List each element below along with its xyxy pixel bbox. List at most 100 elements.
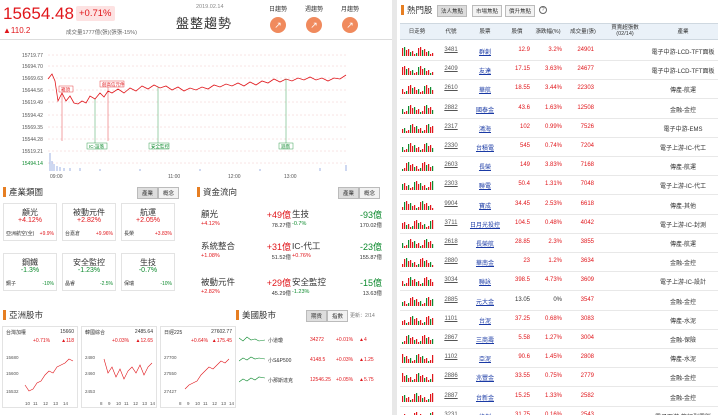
flow-item[interactable]: 顧光 +4.12% +49億 78.27億	[201, 208, 291, 232]
table-row[interactable]: 2867 三商壽 5.58 1.27% 3004 金融-保險	[400, 329, 718, 349]
stock-name-link[interactable]: 長榮航	[468, 239, 502, 248]
stock-code[interactable]: 2867	[440, 335, 462, 341]
weekly-trend-button[interactable]: 週趨勢 ↗	[300, 4, 328, 33]
stock-price: 104.5	[514, 219, 530, 226]
industry-card[interactable]: 被動元件 +2.82% 台嘉倉 +9.96%	[62, 203, 116, 241]
stock-code[interactable]: 1102	[440, 354, 462, 360]
flow-item[interactable]: 被動元件 +2.82% +29億 45.29億	[201, 276, 291, 300]
table-row[interactable]: 2330 台積電 545 0.74% 7204 電子上游-IC-代工	[400, 137, 718, 157]
table-row[interactable]: 3231緯創31.750.16%2543電子下游-筆記型電腦	[400, 406, 718, 415]
industry-card[interactable]: 顧光 +4.12% 亞洲航空(全) +9.9%	[3, 203, 57, 241]
stock-name-link[interactable]: 群創	[468, 47, 502, 56]
table-row[interactable]: 2886 兆豐金 33.55 0.75% 2779 金融-金控	[400, 367, 718, 388]
intraday-chart[interactable]: 15719.77 15694.70 15669.63 15644.56 1561…	[0, 41, 392, 181]
stock-name-link[interactable]: 華南金	[468, 258, 502, 267]
stock-code[interactable]: 2409	[440, 66, 462, 72]
stock-change-pct: 0%	[553, 296, 562, 303]
asia-market-card[interactable]: 台灣加權 15660 +0.71% ▲118 15680 15600 15532 1…	[2, 326, 78, 408]
y-tick: 15594.42	[22, 113, 43, 119]
industry-card[interactable]: 生技 -0.7% 保瑞 -10%	[121, 253, 175, 291]
stock-code[interactable]: 3034	[440, 277, 462, 283]
stock-name-link[interactable]: 寶成	[468, 201, 502, 210]
monthly-trend-button[interactable]: 月趨勢 ↗	[336, 4, 364, 33]
flow-item[interactable]: 生技 -0.7% -93億 170.02億	[292, 208, 382, 232]
stock-name-link[interactable]: 三商壽	[468, 335, 502, 344]
stock-code[interactable]: 3481	[440, 47, 462, 53]
stock-name-link[interactable]: 鴻海	[468, 124, 502, 133]
table-row[interactable]: 3034 聯詠 398.5 4.73% 3609 電子上游-IC-設計	[400, 271, 718, 292]
us-tab-index[interactable]: 指數	[327, 310, 349, 322]
flow-item[interactable]: IC-代工 +0.76% -23億 155.87億	[292, 240, 382, 264]
table-row[interactable]: 3711 日月光投控 104.5 0.48% 4042 電子上游-IC-封測	[400, 214, 718, 234]
stock-name-link[interactable]: 台積電	[468, 143, 502, 152]
table-row[interactable]: 2317 鴻海 102 0.99% 7526 電子中游-EMS	[400, 118, 718, 138]
table-row[interactable]: 1102 亞泥 90.6 1.45% 2808 傳產-水泥	[400, 348, 718, 369]
stock-name-link[interactable]: 亞泥	[468, 354, 502, 363]
table-row[interactable]: 2882 國泰金 43.6 1.63% 12508 金融-金控	[400, 99, 718, 119]
stock-name-link[interactable]: 元大金	[468, 297, 502, 306]
stock-code[interactable]: 2885	[440, 297, 462, 303]
table-row[interactable]: 2603 長榮 149 3.83% 7168 傳產-航運	[400, 156, 718, 177]
stock-name-link[interactable]: 聯電	[468, 181, 502, 190]
table-row[interactable]: 1101 台泥 37.25 0.68% 3083 傳產-水泥	[400, 310, 718, 330]
stock-name-link[interactable]: 友達	[468, 66, 502, 75]
table-row[interactable]: 2409 友達 17.15 3.63% 24677 電子中游-LCD-TFT面板	[400, 60, 718, 81]
daily-trend-button[interactable]: 日趨勢 ↗	[264, 4, 292, 33]
stock-code[interactable]: 1101	[440, 316, 462, 322]
table-row[interactable]: 3481 群創 12.9 3.2% 24901 電子中游-LCD-TFT面板	[400, 41, 718, 61]
stock-code[interactable]: 2618	[440, 239, 462, 245]
stock-code[interactable]: 3711	[440, 220, 462, 226]
tab-price-rise-focus[interactable]: 價升焦點	[505, 5, 536, 17]
asia-market-card[interactable]: 韓國綜合 2485.64 +0.03% ▲12.65 2480 2460 2453 …	[81, 326, 157, 408]
table-row[interactable]: 2887 台新金 15.25 1.33% 2582 金融-金控	[400, 387, 718, 407]
table-row[interactable]: 2885 元大金 13.05 0% 3547 金融-金控	[400, 291, 718, 311]
industry-card[interactable]: 鋼鐵 -1.3% 鋼子 -10%	[3, 253, 57, 291]
table-row[interactable]: 2610 華航 18.55 3.44% 22303 傳產-航運	[400, 79, 718, 100]
table-row[interactable]: 9904 寶成 34.45 2.53% 6618 傳產-其他	[400, 195, 718, 215]
stock-code[interactable]: 2330	[440, 143, 462, 149]
tab-market-focus[interactable]: 市場焦點	[472, 5, 503, 17]
asia-spark-chart: 27700 27550 27427 8 9 10 11 12 13 14	[164, 355, 235, 406]
stock-name-link[interactable]: 長榮	[468, 162, 502, 171]
industry-tab-concept[interactable]: 概念	[158, 187, 180, 199]
us-market-row[interactable]: 小S&P500 4148.5 +0.03% ▲1.25	[235, 352, 390, 368]
stock-code[interactable]: 2886	[440, 373, 462, 379]
daily-trend-sparkline	[402, 258, 434, 268]
table-row[interactable]: 2618 長榮航 28.85 2.3% 3855 傳產-航運	[400, 233, 718, 253]
flow-item[interactable]: 安全監控 -1.23% -15億 13.63億	[292, 276, 382, 300]
table-row[interactable]: 2303 聯電 50.4 1.31% 7048 電子上游-IC-代工	[400, 175, 718, 196]
industry-card[interactable]: 安全監控 -1.23% 晶睿 -2.5%	[62, 253, 116, 291]
flow-item[interactable]: 系統整合 +1.08% +31億 51.52億	[201, 240, 291, 264]
stock-name-link[interactable]: 兆豐金	[468, 373, 502, 382]
stock-code[interactable]: 2610	[440, 85, 462, 91]
us-tab-futures[interactable]: 期貨	[306, 310, 328, 322]
flow-section-header: 資金流向	[197, 185, 237, 198]
tab-institutional-focus[interactable]: 法人焦點	[437, 5, 468, 17]
us-market-row[interactable]: 小道瓊 34272 +0.01% ▲4	[235, 332, 390, 348]
industry-tab-industry[interactable]: 產業	[137, 187, 159, 199]
asia-market-card[interactable]: 日經225 27602.77 +0.64% ▲175.45 27700 27550 …	[160, 326, 236, 408]
stock-code[interactable]: 9904	[440, 201, 462, 207]
stock-code[interactable]: 2880	[440, 258, 462, 264]
stock-name-link[interactable]: 台泥	[468, 316, 502, 325]
flow-tab-concept[interactable]: 概念	[359, 187, 381, 199]
stock-name-link[interactable]: 日月光投控	[468, 220, 502, 229]
stock-code[interactable]: 2303	[440, 181, 462, 187]
help-icon[interactable]: ?	[539, 6, 547, 14]
svg-text:12: 12	[133, 401, 139, 406]
daily-trend-sparkline	[402, 123, 434, 133]
flow-tab-industry[interactable]: 產業	[338, 187, 360, 199]
stock-name-link[interactable]: 聯詠	[468, 277, 502, 286]
stock-name-link[interactable]: 台新金	[468, 393, 502, 402]
stock-industry: 金融-金控	[670, 107, 696, 114]
us-market-row[interactable]: 小那斯達克 12546.25 +0.05% ▲5.75	[235, 372, 390, 388]
stock-code[interactable]: 2882	[440, 105, 462, 111]
table-row[interactable]: 2880 華南金 23 1.2% 3634 金融-金控	[400, 252, 718, 273]
stock-name-link[interactable]: 國泰金	[468, 105, 502, 114]
industry-card[interactable]: 航運 +2.05% 長榮 +3.83%	[121, 203, 175, 241]
stock-code[interactable]: 2317	[440, 124, 462, 130]
stock-code[interactable]: 2887	[440, 393, 462, 399]
stock-code[interactable]: 2603	[440, 162, 462, 168]
stock-name-link[interactable]: 華航	[468, 85, 502, 94]
stock-price: 102	[519, 123, 530, 130]
